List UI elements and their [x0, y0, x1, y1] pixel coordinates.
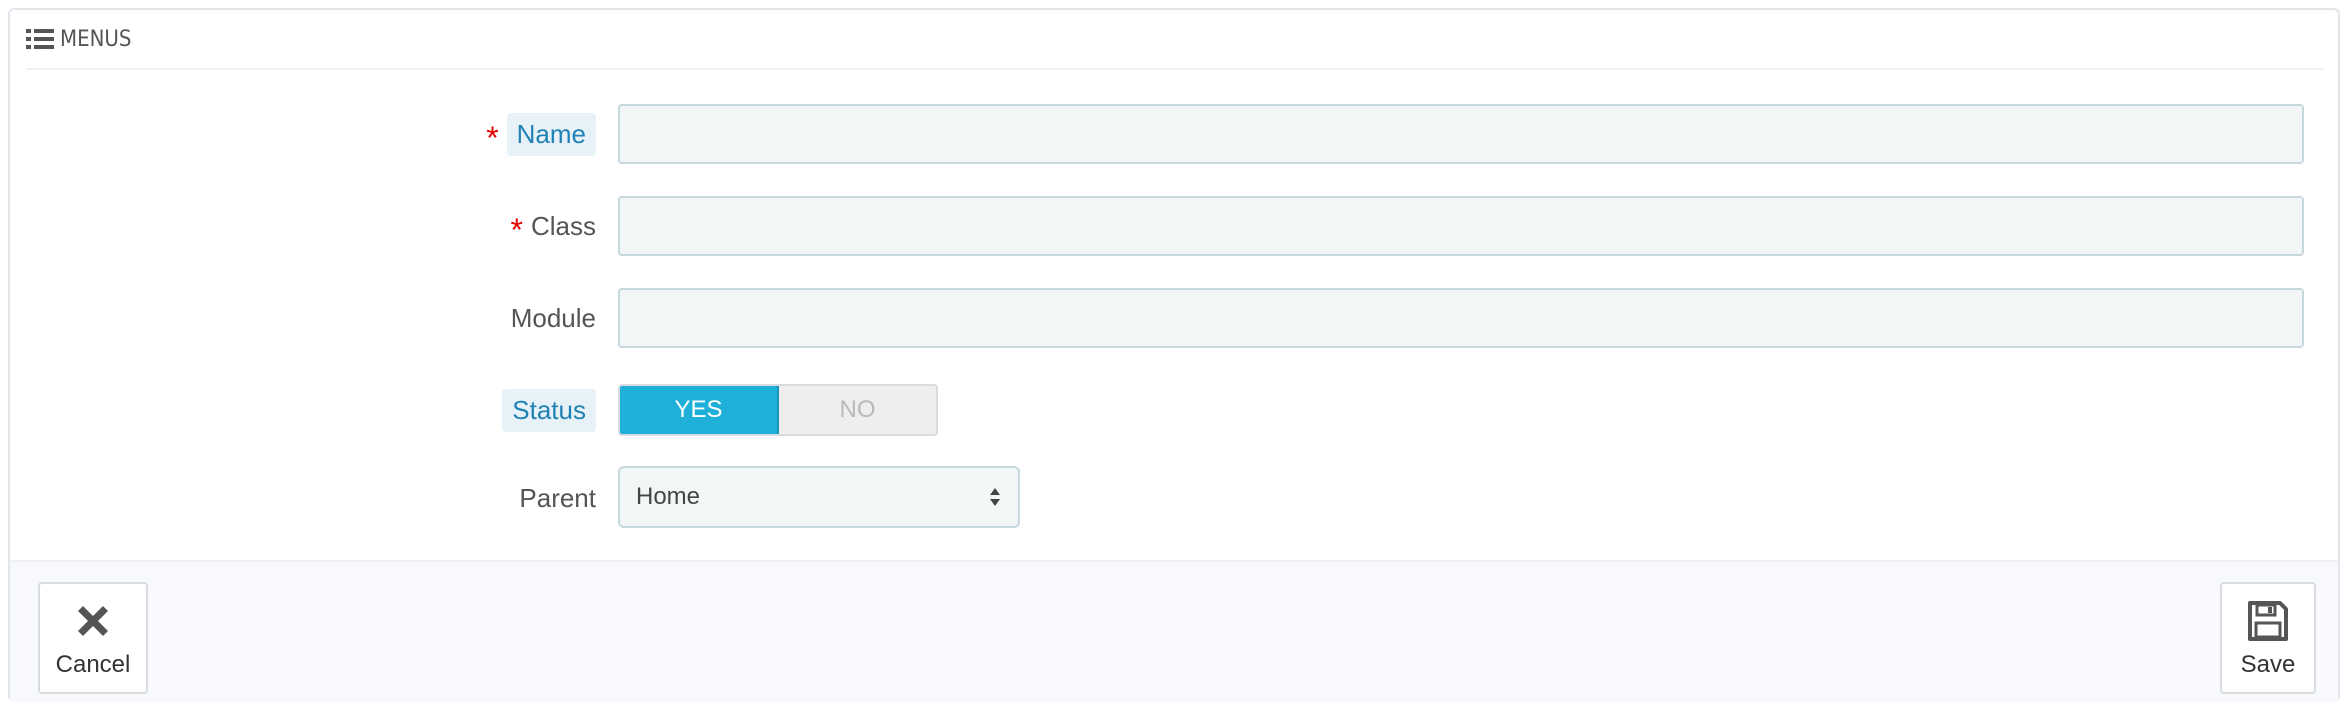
parent-select[interactable]: Home	[618, 466, 1020, 528]
name-label[interactable]: Name	[506, 112, 596, 156]
select-arrows-icon	[988, 485, 1002, 509]
class-label-wrap: * Class	[511, 196, 596, 256]
name-input[interactable]	[618, 104, 2304, 164]
module-input[interactable]	[618, 288, 2304, 348]
status-label[interactable]: Status	[502, 388, 596, 432]
class-label: Class	[530, 210, 596, 241]
list-icon	[26, 28, 54, 50]
panel-title: MENUS	[60, 26, 132, 52]
class-input[interactable]	[618, 196, 2304, 256]
required-marker: *	[510, 212, 523, 248]
parent-label: Parent	[519, 482, 596, 513]
status-yes-option[interactable]: YES	[620, 386, 779, 434]
floppy-disk-icon	[2244, 597, 2292, 645]
close-icon	[69, 597, 117, 645]
required-marker: *	[486, 120, 499, 156]
module-label: Module	[510, 302, 596, 333]
save-label: Save	[2240, 651, 2296, 678]
status-no-option[interactable]: NO	[779, 386, 936, 434]
parent-select-value: Home	[636, 483, 701, 510]
parent-label-wrap: Parent	[519, 468, 596, 528]
status-switch: YES NO	[618, 384, 938, 436]
cancel-button[interactable]: Cancel	[38, 582, 148, 694]
module-label-wrap: Module	[511, 288, 596, 348]
save-button[interactable]: Save	[2220, 582, 2316, 694]
panel-heading: MENUS	[26, 10, 2324, 70]
status-label-wrap: Status	[502, 380, 596, 440]
name-label-wrap: * Name	[486, 104, 596, 164]
menus-panel: MENUS * Name * Class Module Status YES N…	[8, 8, 2340, 702]
cancel-label: Cancel	[55, 651, 131, 678]
panel-footer: Cancel Save	[10, 560, 2338, 702]
